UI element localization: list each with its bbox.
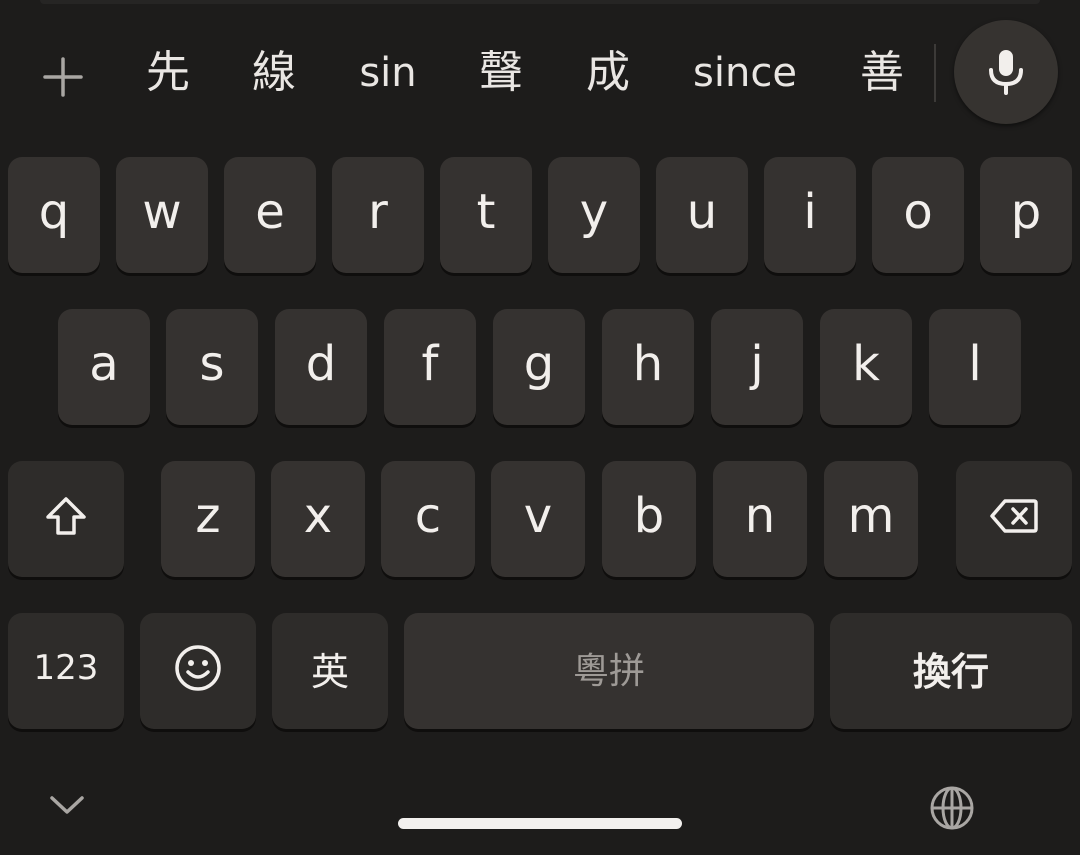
shift-icon <box>46 497 86 535</box>
suggestion-item[interactable]: 先 <box>138 48 198 98</box>
suggestion-item[interactable]: sin <box>350 48 426 98</box>
key-s[interactable]: s <box>166 309 258 425</box>
keyboard: 先 線 sin 聲 成 since 善 q w e r t y u i o p … <box>0 0 1080 855</box>
suggestion-strip: 先 線 sin 聲 成 since 善 <box>0 18 1080 128</box>
key-f[interactable]: f <box>384 309 476 425</box>
key-d[interactable]: d <box>275 309 367 425</box>
enter-key[interactable]: 換行 <box>830 613 1072 729</box>
suggestion-item[interactable]: 善 <box>852 48 912 98</box>
backspace-key[interactable] <box>956 461 1072 577</box>
key-e[interactable]: e <box>224 157 316 273</box>
key-w[interactable]: w <box>116 157 208 273</box>
suggestion-item[interactable]: since <box>684 48 806 98</box>
suggestion-item[interactable]: 聲 <box>471 48 531 98</box>
key-t[interactable]: t <box>440 157 532 273</box>
plus-icon[interactable] <box>40 54 86 100</box>
key-a[interactable]: a <box>58 309 150 425</box>
key-v[interactable]: v <box>491 461 585 577</box>
keyboard-top-edge <box>40 0 1040 4</box>
microphone-icon <box>989 50 1023 95</box>
key-g[interactable]: g <box>493 309 585 425</box>
key-b[interactable]: b <box>602 461 696 577</box>
key-h[interactable]: h <box>602 309 694 425</box>
key-k[interactable]: k <box>820 309 912 425</box>
numbers-key[interactable]: 123 <box>8 613 124 729</box>
key-n[interactable]: n <box>713 461 807 577</box>
key-r[interactable]: r <box>332 157 424 273</box>
chevron-down-icon[interactable] <box>46 790 88 820</box>
shift-key[interactable] <box>8 461 124 577</box>
key-j[interactable]: j <box>711 309 803 425</box>
key-z[interactable]: z <box>161 461 255 577</box>
key-q[interactable]: q <box>8 157 100 273</box>
suggestion-divider <box>934 44 936 102</box>
suggestion-item[interactable]: 線 <box>244 48 304 98</box>
key-y[interactable]: y <box>548 157 640 273</box>
key-u[interactable]: u <box>656 157 748 273</box>
language-switch-key[interactable]: 英 <box>272 613 388 729</box>
voice-input-button[interactable] <box>954 20 1058 124</box>
key-o[interactable]: o <box>872 157 964 273</box>
key-c[interactable]: c <box>381 461 475 577</box>
key-l[interactable]: l <box>929 309 1021 425</box>
key-x[interactable]: x <box>271 461 365 577</box>
key-m[interactable]: m <box>824 461 918 577</box>
backspace-icon <box>990 499 1038 533</box>
home-indicator[interactable] <box>398 818 682 829</box>
emoji-icon <box>175 645 221 691</box>
key-i[interactable]: i <box>764 157 856 273</box>
suggestion-item[interactable]: 成 <box>578 48 638 98</box>
globe-icon[interactable] <box>928 784 976 832</box>
key-p[interactable]: p <box>980 157 1072 273</box>
space-bar[interactable]: 粵拼 <box>404 613 814 729</box>
emoji-key[interactable] <box>140 613 256 729</box>
